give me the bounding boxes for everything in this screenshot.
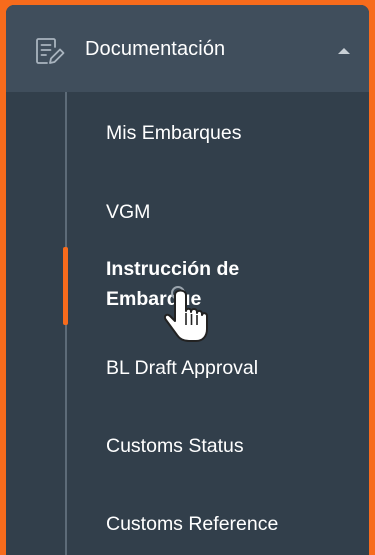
sidebar-item-bl-draft-approval[interactable]: BL Draft Approval — [106, 354, 356, 382]
sidebar-menu: Documentación Mis Embarques VGM Instrucc… — [6, 5, 369, 555]
sidebar-item-vgm[interactable]: VGM — [106, 198, 356, 226]
active-indicator — [63, 247, 68, 325]
document-edit-icon — [36, 38, 65, 64]
documentacion-section-header[interactable]: Documentación — [6, 5, 369, 92]
sidebar-item-mis-embarques[interactable]: Mis Embarques — [106, 119, 356, 147]
sidebar-item-instruccion-de-embarque[interactable]: Instrucción de Embarque — [106, 254, 306, 314]
sidebar-item-customs-reference[interactable]: Customs Reference — [106, 510, 356, 538]
chevron-up-icon[interactable] — [338, 48, 350, 54]
sidebar-item-customs-status[interactable]: Customs Status — [106, 432, 356, 460]
section-label: Documentación — [85, 38, 226, 60]
